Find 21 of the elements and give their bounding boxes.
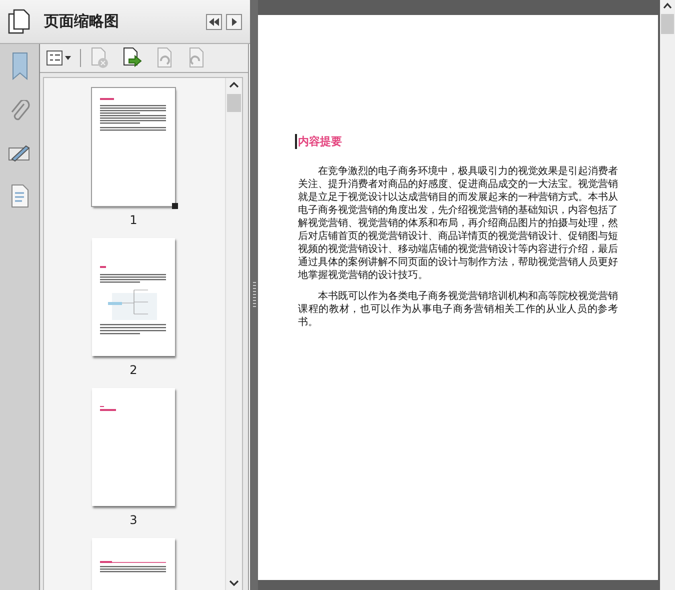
page-thumbnail[interactable] [92, 88, 175, 206]
double-left-arrow-icon [209, 18, 219, 26]
insert-page-button[interactable] [121, 47, 143, 69]
scrollbar-thumb[interactable] [227, 94, 241, 112]
scrollbar-thumb[interactable] [661, 14, 674, 34]
page-thumbnail[interactable] [92, 238, 175, 356]
next-button[interactable] [226, 14, 242, 30]
pages-icon [8, 8, 30, 34]
document-icon[interactable] [10, 184, 28, 208]
body-paragraph: 在竞争激烈的电子商务环境中，极具吸引力的视觉效果是引起消费者关注、提升消费者对商品的好感度、促进商品成交的一大法宝。视觉营销就是立足于视觉设计以达成营销目的而发展起来的一种营销方式。本书从电子商务视觉营销的角度出发，先介绍视觉营销的基础知识，内容包括了解视觉营销、视觉营销的体系和布局，再介绍商品图片的拍摄与处理，然后对店铺首页的视觉营销设计、商品详情页的视觉营销设计、促销图与短视频的视觉营销设计、移动端店铺的视觉营销设计等内容进行介绍，最后通过具体的案例讲解不同页面的设计与制作方法，帮助视觉营销人员更好地掌握视觉营销的设计技巧。 [298, 165, 618, 282]
page-thumbnail[interactable] [92, 388, 175, 506]
page-number: 2 [130, 363, 138, 377]
signature-icon[interactable] [8, 144, 32, 164]
right-arrow-icon [231, 18, 237, 26]
page-number: 3 [130, 513, 138, 527]
document-heading: 内容提要 [295, 134, 342, 149]
panel-title: 页面缩略图 [44, 12, 120, 31]
body-paragraph: 本书既可以作为各类电子商务视觉营销培训机构和高等院校视觉营销课程的教材，也可以作为从事电子商务营销相关工作的从业人员的参考书。 [298, 290, 618, 329]
splitter-handle[interactable] [252, 282, 256, 308]
collapse-button[interactable] [206, 14, 222, 30]
page-number: 1 [130, 213, 138, 227]
